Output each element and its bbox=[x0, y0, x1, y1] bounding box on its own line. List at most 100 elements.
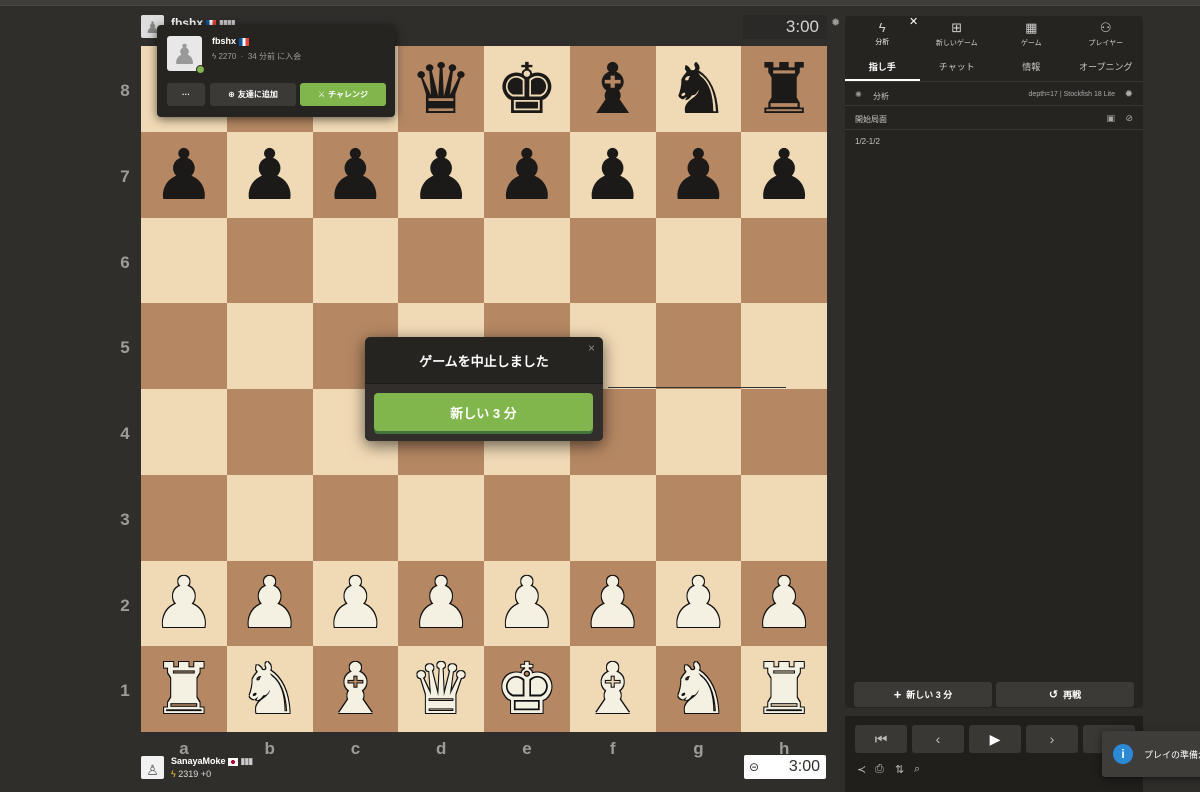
square-b3[interactable] bbox=[226, 474, 313, 561]
square-a7[interactable]: ♟ bbox=[141, 131, 227, 218]
challenge-button[interactable]: ⚔ チャレンジ bbox=[300, 83, 386, 106]
clock-settings-icon[interactable]: ✹ bbox=[831, 16, 840, 29]
square-d2[interactable]: ♟ bbox=[398, 560, 484, 647]
white-pawn-icon[interactable]: ♟ bbox=[324, 568, 387, 638]
nav-games[interactable]: ▦ ゲーム bbox=[994, 16, 1069, 51]
black-queen-icon[interactable]: ♛ bbox=[410, 54, 473, 124]
new-game-modal-button[interactable]: 新しい 3 分 bbox=[374, 393, 593, 431]
square-f3[interactable] bbox=[569, 474, 656, 561]
nav-players[interactable]: ⚇ プレイヤー bbox=[1069, 16, 1144, 51]
square-a5[interactable] bbox=[141, 303, 227, 389]
camera-icon[interactable]: ⎙ bbox=[875, 763, 884, 776]
square-e7[interactable]: ♟ bbox=[484, 131, 570, 218]
white-knight-icon[interactable]: ♞ bbox=[238, 654, 301, 724]
square-e6[interactable] bbox=[484, 217, 570, 304]
square-f2[interactable]: ♟ bbox=[569, 560, 656, 647]
tab-info[interactable]: 情報 bbox=[994, 56, 1069, 81]
square-h2[interactable]: ♟ bbox=[741, 560, 827, 647]
square-g1[interactable]: ♞ bbox=[655, 646, 742, 732]
next-move-button[interactable]: › bbox=[1026, 725, 1078, 753]
black-bishop-icon[interactable]: ♝ bbox=[581, 54, 644, 124]
square-b4[interactable] bbox=[226, 389, 313, 475]
black-pawn-icon[interactable]: ♟ bbox=[581, 140, 644, 210]
white-pawn-icon[interactable]: ♟ bbox=[152, 568, 215, 638]
black-pawn-icon[interactable]: ♟ bbox=[410, 140, 473, 210]
rematch-button[interactable]: ↺ 再戦 bbox=[996, 682, 1134, 707]
square-d8[interactable]: ♛ bbox=[398, 46, 484, 132]
flip-board-icon[interactable]: ⇅ bbox=[895, 763, 904, 776]
white-pawn-icon[interactable]: ♟ bbox=[238, 568, 301, 638]
square-a3[interactable] bbox=[141, 474, 227, 561]
black-rook-icon[interactable]: ♜ bbox=[753, 54, 816, 124]
square-f8[interactable]: ♝ bbox=[569, 46, 656, 132]
first-move-button[interactable]: ⏮ bbox=[855, 725, 907, 753]
square-c6[interactable] bbox=[312, 217, 399, 304]
square-g8[interactable]: ♞ bbox=[655, 46, 742, 132]
square-e8[interactable]: ♚ bbox=[484, 46, 570, 132]
square-g4[interactable] bbox=[655, 389, 742, 475]
close-icon[interactable]: × bbox=[588, 341, 595, 355]
square-b7[interactable]: ♟ bbox=[226, 131, 313, 218]
square-h7[interactable]: ♟ bbox=[741, 131, 827, 218]
square-b1[interactable]: ♞ bbox=[226, 646, 313, 732]
square-c7[interactable]: ♟ bbox=[312, 131, 399, 218]
white-rook-icon[interactable]: ♜ bbox=[152, 654, 215, 724]
square-g6[interactable] bbox=[655, 217, 742, 304]
black-pawn-icon[interactable]: ♟ bbox=[667, 140, 730, 210]
black-king-icon[interactable]: ♚ bbox=[495, 54, 558, 124]
square-h3[interactable] bbox=[741, 474, 827, 561]
square-g2[interactable]: ♟ bbox=[655, 560, 742, 647]
gear-icon[interactable]: ✹ bbox=[1125, 89, 1133, 100]
square-g3[interactable] bbox=[655, 474, 742, 561]
book-icon[interactable]: ▣ bbox=[1106, 113, 1115, 124]
bottom-player-info[interactable]: SanayaMoke ▮▮▮ bbox=[171, 756, 253, 767]
more-options-button[interactable]: ··· bbox=[167, 83, 205, 106]
play-button[interactable]: ▶ bbox=[969, 725, 1021, 753]
analysis-toggle-icon[interactable]: ✺ bbox=[855, 90, 862, 99]
white-pawn-icon[interactable]: ♟ bbox=[667, 568, 730, 638]
black-pawn-icon[interactable]: ♟ bbox=[152, 140, 215, 210]
white-pawn-icon[interactable]: ♟ bbox=[753, 568, 816, 638]
tab-chat[interactable]: チャット bbox=[920, 56, 995, 81]
tab-opening[interactable]: オープニング bbox=[1069, 56, 1144, 81]
square-c1[interactable]: ♝ bbox=[312, 646, 399, 732]
square-a6[interactable] bbox=[141, 217, 227, 304]
square-h4[interactable] bbox=[741, 389, 827, 475]
square-h6[interactable] bbox=[741, 217, 827, 304]
square-d3[interactable] bbox=[398, 474, 484, 561]
square-e1[interactable]: ♚ bbox=[484, 646, 570, 732]
square-d6[interactable] bbox=[398, 217, 484, 304]
square-a4[interactable] bbox=[141, 389, 227, 475]
bottom-player-name[interactable]: SanayaMoke bbox=[171, 756, 226, 766]
white-pawn-icon[interactable]: ♟ bbox=[581, 568, 644, 638]
square-h1[interactable]: ♜ bbox=[741, 646, 827, 732]
white-rook-icon[interactable]: ♜ bbox=[753, 654, 816, 724]
white-knight-icon[interactable]: ♞ bbox=[667, 654, 730, 724]
zoom-icon[interactable]: ⌕ bbox=[914, 763, 920, 776]
square-f6[interactable] bbox=[569, 217, 656, 304]
white-queen-icon[interactable]: ♛ bbox=[410, 654, 473, 724]
square-h8[interactable]: ♜ bbox=[741, 46, 827, 132]
notification-toast[interactable]: i プレイの準備が整 bbox=[1102, 731, 1200, 777]
square-h5[interactable] bbox=[741, 303, 827, 389]
close-icon[interactable]: ✕ bbox=[909, 15, 918, 28]
square-d1[interactable]: ♛ bbox=[398, 646, 484, 732]
nav-new-game[interactable]: ⊞ 新しいゲーム bbox=[920, 16, 995, 51]
black-pawn-icon[interactable]: ♟ bbox=[238, 140, 301, 210]
black-pawn-icon[interactable]: ♟ bbox=[753, 140, 816, 210]
square-c3[interactable] bbox=[312, 474, 399, 561]
black-pawn-icon[interactable]: ♟ bbox=[324, 140, 387, 210]
square-g5[interactable] bbox=[655, 303, 742, 389]
white-king-icon[interactable]: ♚ bbox=[495, 654, 558, 724]
square-a1[interactable]: ♜ bbox=[141, 646, 227, 732]
white-pawn-icon[interactable]: ♟ bbox=[495, 568, 558, 638]
white-bishop-icon[interactable]: ♝ bbox=[581, 654, 644, 724]
bottom-player-avatar[interactable]: ♙ bbox=[141, 756, 164, 779]
black-pawn-icon[interactable]: ♟ bbox=[495, 140, 558, 210]
square-e2[interactable]: ♟ bbox=[484, 560, 570, 647]
square-f7[interactable]: ♟ bbox=[569, 131, 656, 218]
square-b6[interactable] bbox=[226, 217, 313, 304]
square-b5[interactable] bbox=[226, 303, 313, 389]
white-bishop-icon[interactable]: ♝ bbox=[324, 654, 387, 724]
add-friend-button[interactable]: ⊕ 友達に追加 bbox=[210, 83, 296, 106]
